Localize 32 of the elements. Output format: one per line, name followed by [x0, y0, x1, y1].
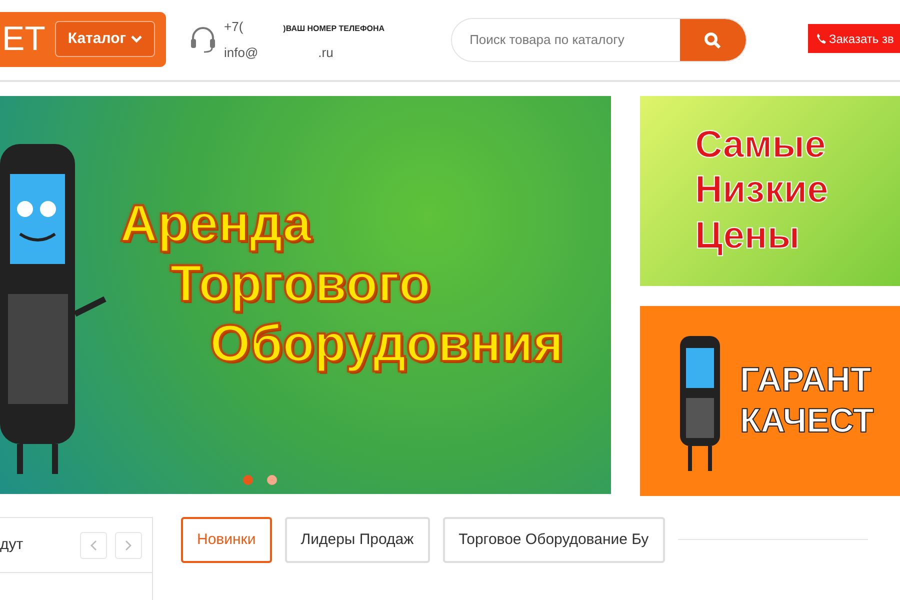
- promo-banner[interactable]: Самые Низкие Цены: [640, 96, 900, 286]
- promo-banner[interactable]: ГАРАНТ КАЧЕСТ: [640, 306, 900, 496]
- banner-headline: Цены: [695, 214, 801, 259]
- banner-headline: ГАРАНТ: [740, 360, 872, 401]
- search-field[interactable]: Поиск товара по каталогу: [450, 18, 747, 62]
- banner-headline: Самые: [695, 122, 827, 168]
- product-tab[interactable]: Торговое Оборудование Бу: [442, 517, 665, 563]
- carousel-dot[interactable]: [267, 475, 277, 485]
- callback-button[interactable]: Заказать зв: [808, 24, 900, 53]
- product-tab[interactable]: Лидеры Продаж: [284, 517, 430, 563]
- phone-number: +7( )ВАШ НОМЕР ТЕЛЕФОНА: [224, 18, 385, 36]
- search-icon: [704, 32, 722, 48]
- product-tab[interactable]: Новинки: [181, 517, 272, 563]
- banner-headline: Оборудовния: [210, 314, 564, 375]
- search-button[interactable]: [680, 19, 746, 61]
- banner-headline: Низкие: [695, 168, 828, 214]
- carousel-dot[interactable]: [243, 475, 253, 485]
- logo-text[interactable]: ET: [2, 22, 46, 56]
- email-address: info@ .ru: [224, 44, 334, 62]
- panel-title: дут: [0, 534, 24, 555]
- phone-icon: [816, 33, 826, 44]
- promo-banner[interactable]: Аренда Торгового Оборудовния: [0, 96, 611, 494]
- chevron-down-icon: [131, 35, 142, 43]
- chevron-left-icon: [90, 540, 97, 550]
- chevron-right-icon: [125, 540, 132, 550]
- banner-headline: Аренда: [120, 195, 313, 256]
- banner-headline: Торгового: [170, 255, 432, 315]
- catalog-button[interactable]: Каталог: [54, 20, 155, 58]
- headset-icon: [190, 26, 216, 54]
- next-button[interactable]: [115, 532, 142, 558]
- banner-headline: КАЧЕСТ: [740, 401, 874, 442]
- previous-button[interactable]: [80, 532, 107, 558]
